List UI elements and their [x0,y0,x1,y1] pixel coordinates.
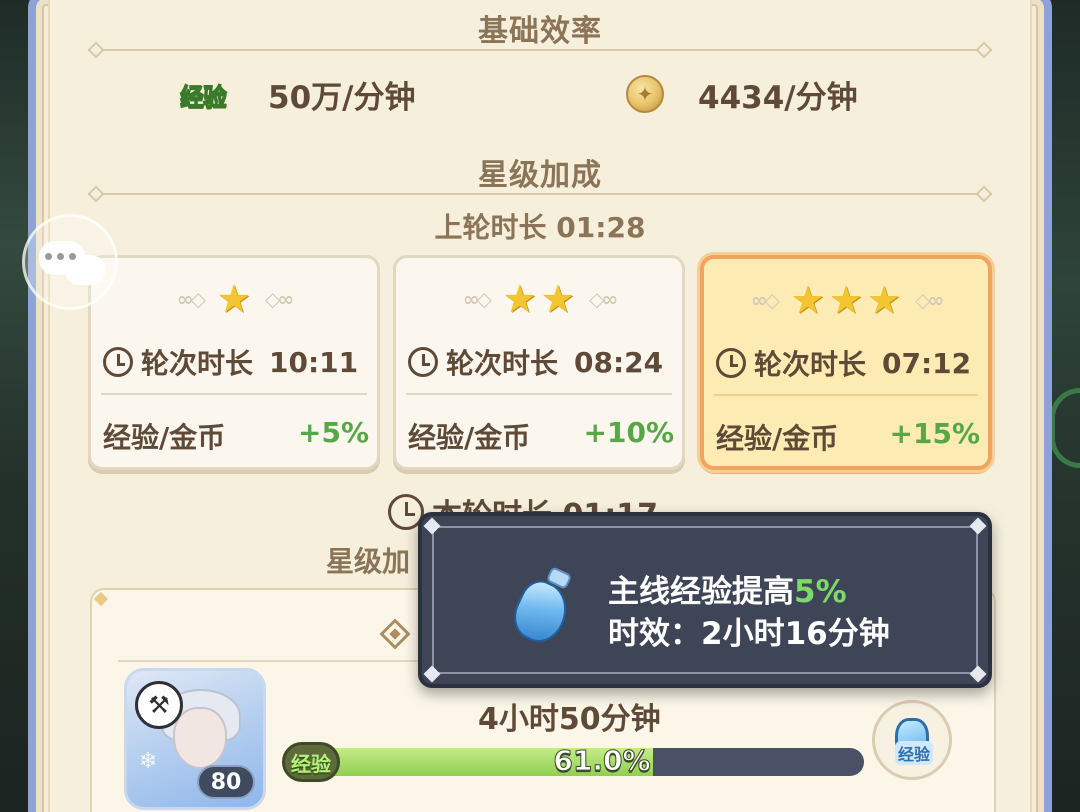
progress-percent: 61.0% [553,744,651,778]
duration-label: 轮次时长 [446,347,559,380]
clock-icon [103,347,133,377]
exp-icon: 经验 [180,82,228,111]
ornament-right: ◇∞ [589,287,618,311]
card-divider [101,393,367,395]
ornament-right: ◇∞ [265,287,294,311]
use-exp-potion-button[interactable]: 经验 [872,700,952,780]
duration-value: 07:12 [882,346,972,380]
estimated-time: 4小时50分钟 [478,702,661,737]
chat-dots [45,253,79,261]
exp-rate-value: 50万/分钟 [268,79,416,116]
diamond-icon [379,618,411,650]
ornament-left: ∞◇ [176,287,206,311]
bonus-value: +10% [583,416,674,449]
bonus-value: +15% [889,417,980,450]
last-round-duration: 上轮时长 01:28 [434,211,646,244]
star-rating: ∞◇ ★ ★ ◇∞ [396,280,682,318]
star-tier-card-1[interactable]: ∞◇ ★ ◇∞ 轮次时长 10:11 经验/金币 +5% [88,255,380,470]
star-icon: ★ [828,278,864,322]
potion-label: 经验 [895,741,934,765]
star-icon: ★ [502,277,537,321]
ornament-left: ∞◇ [462,287,492,311]
duration-value: 08:24 [574,345,664,379]
section-divider [87,41,993,59]
corner-ornament [93,591,109,607]
section-divider [87,185,993,203]
ornament-left: ∞◇ [750,288,780,312]
tooltip-duration: 时效：2小时16分钟 [608,616,890,652]
character-avatar[interactable]: ⚒ ❄ ❄ 80 [124,668,266,810]
clock-icon [408,347,438,377]
round-duration: 轮次时长 07:12 [716,343,980,383]
gold-coin-icon: ✦ [626,75,664,113]
star-icon: ★ [867,278,902,322]
round-duration: 轮次时长 10:11 [103,342,369,382]
tooltip-effect-value: 5% [794,574,847,610]
exp-rate-row: 经验 50万/分钟 [176,72,416,116]
exp-potion-icon [505,566,577,650]
clock-icon [716,348,746,378]
star-rating: ∞◇ ★ ◇∞ [91,280,377,318]
star-tier-card-3[interactable]: ∞◇ ★ ★ ★ ◇∞ 轮次时长 07:12 经验/金币 +15% [700,255,992,470]
card-divider [406,393,672,395]
ornament-right: ◇∞ [915,288,944,312]
bonus-label: 经验/金币 [716,422,839,455]
pickaxe-icon: ⚒ [135,681,183,729]
tooltip-effect: 主线经验提高5% [608,566,847,611]
bonus-value: +5% [298,416,369,449]
snowflake-icon: ❄ [139,749,158,774]
character-level-badge: 80 [197,765,255,799]
star-icon: ★ [790,278,825,322]
card-divider [714,394,978,396]
star-bonus-hint: 星级加 [326,545,411,578]
bonus-label: 经验/金币 [408,421,531,454]
duration-value: 10:11 [269,345,359,379]
bonus-label: 经验/金币 [103,421,226,454]
gold-rate-row: ✦ 4434/分钟 [626,72,858,116]
duration-label: 轮次时长 [754,348,867,381]
tooltip-effect-label: 主线经验提高 [608,574,794,610]
star-rating: ∞◇ ★ ★ ★ ◇∞ [704,281,988,319]
gold-rate-value: 4434/分钟 [698,79,858,116]
star-icon: ★ [541,277,576,321]
avatar-face [173,707,227,769]
star-icon: ★ [216,277,252,321]
star-tier-card-2[interactable]: ∞◇ ★ ★ ◇∞ 轮次时长 08:24 经验/金币 +10% [393,255,685,470]
exp-icon: 经验 [282,742,340,782]
potion-tooltip: 主线经验提高5% 时效：2小时16分钟 [418,512,992,688]
background-ring-decoration [1050,388,1080,468]
round-duration: 轮次时长 08:24 [408,342,674,382]
exp-progress-bar: 经验 61.0% [282,742,866,782]
duration-label: 轮次时长 [141,347,254,380]
chat-button[interactable] [22,214,118,310]
